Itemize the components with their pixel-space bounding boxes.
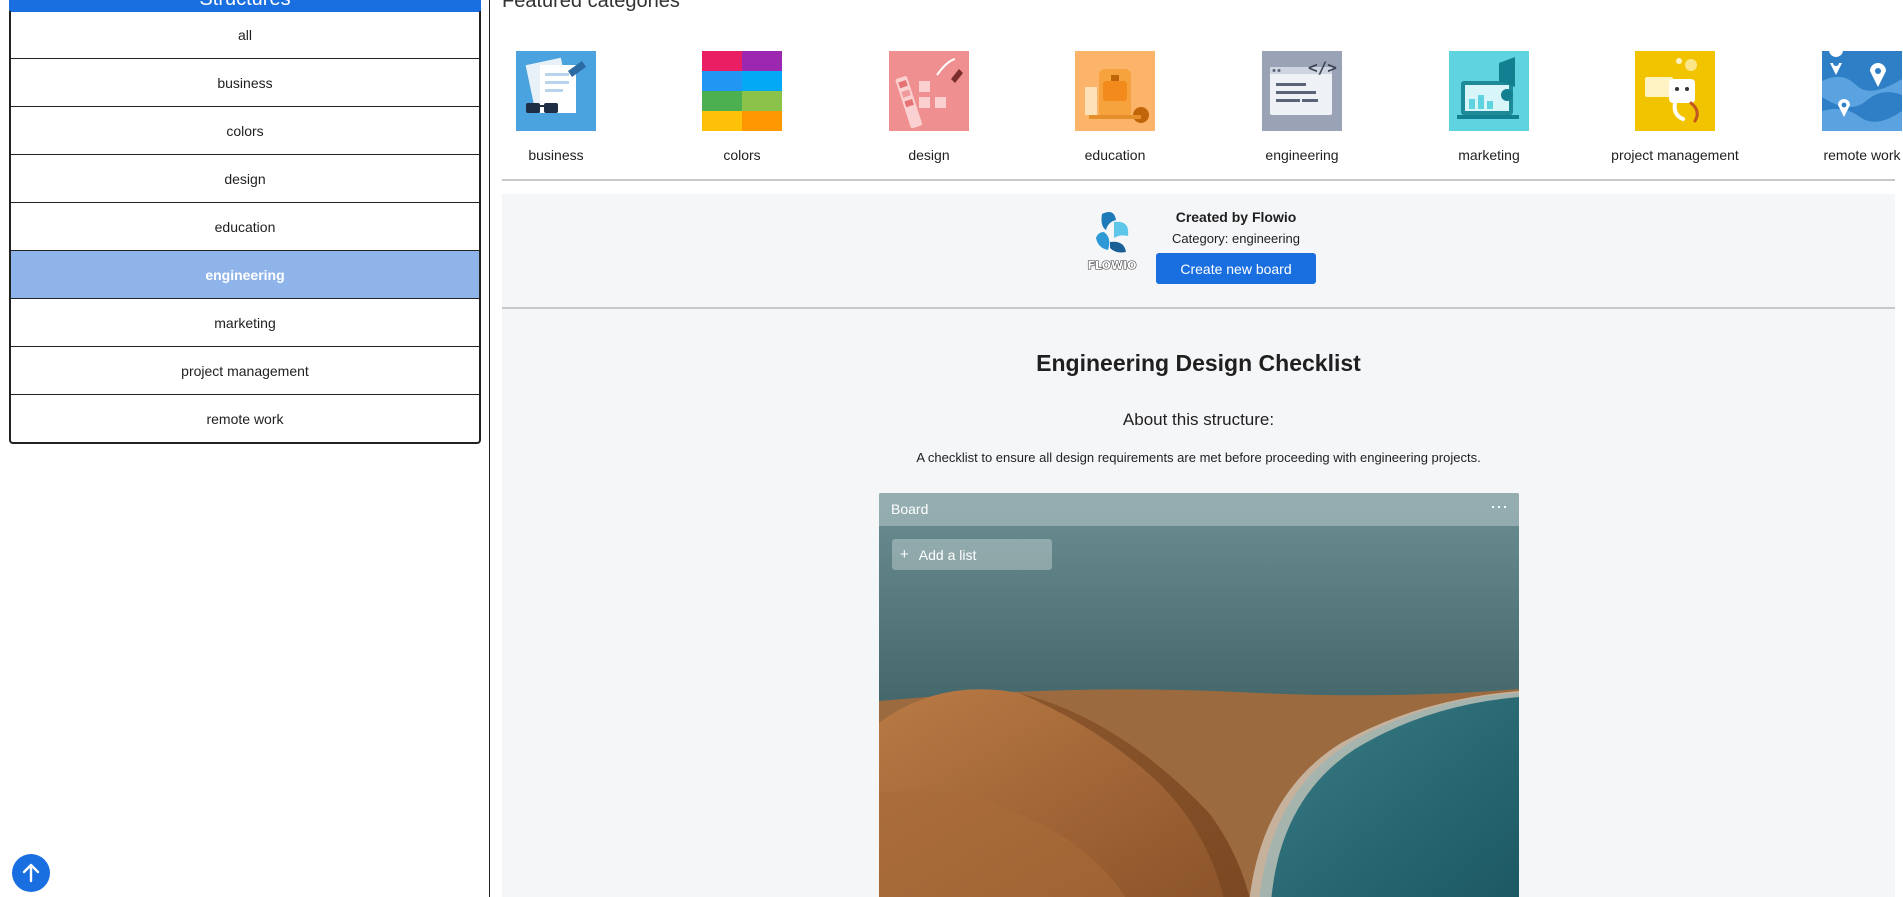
- category-item-education[interactable]: education: [11, 202, 479, 250]
- featured-label: project management: [1611, 147, 1739, 163]
- sidebar: Structures all business colors design ed…: [0, 0, 490, 897]
- featured-colors[interactable]: colors: [662, 51, 822, 163]
- remote-work-icon: [1822, 51, 1902, 131]
- category-item-business[interactable]: business: [11, 58, 479, 106]
- scroll-to-top-button[interactable]: [12, 854, 50, 892]
- more-horizontal-icon[interactable]: ⋯: [1490, 497, 1509, 518]
- featured-engineering[interactable]: </> engineering: [1222, 51, 1382, 163]
- category-item-design[interactable]: design: [11, 154, 479, 202]
- creator-info: FLOWIO Created by Flowio Category: engin…: [1084, 208, 1316, 284]
- education-icon: [1075, 51, 1155, 131]
- about-heading: About this structure:: [1122, 410, 1275, 429]
- svg-text:</>: </>: [1308, 58, 1337, 77]
- featured-divider: [502, 179, 1895, 181]
- featured-label: business: [528, 147, 584, 163]
- design-icon: [889, 51, 969, 131]
- featured-label: design: [908, 147, 950, 163]
- featured-label: remote work: [1823, 147, 1901, 163]
- featured-design[interactable]: design: [849, 51, 1009, 163]
- featured-business[interactable]: business: [502, 51, 636, 163]
- board-header: Board ⋯: [879, 493, 1519, 526]
- project-management-icon: [1635, 51, 1715, 131]
- category-item-marketing[interactable]: marketing: [11, 298, 479, 346]
- featured-remote-work[interactable]: remote work: [1782, 51, 1903, 163]
- category-item-engineering[interactable]: engineering: [11, 250, 479, 298]
- panel-divider: [502, 307, 1895, 309]
- business-icon: [516, 51, 596, 131]
- arrow-up-icon: [22, 863, 40, 883]
- category-item-colors[interactable]: colors: [11, 106, 479, 154]
- structure-title: Engineering Design Checklist: [1036, 350, 1361, 376]
- marketing-icon: [1449, 51, 1529, 131]
- category-list: all business colors design education eng…: [9, 11, 481, 444]
- structure-panel: FLOWIO Created by Flowio Category: engin…: [502, 194, 1895, 897]
- featured-categories-title: Featured categories: [502, 0, 680, 12]
- featured-marketing[interactable]: marketing: [1409, 51, 1569, 163]
- featured-label: colors: [723, 147, 761, 163]
- featured-project-management[interactable]: project management: [1595, 51, 1755, 163]
- flowio-logo: FLOWIO: [1087, 212, 1137, 272]
- structure-category: Category: engineering: [1172, 231, 1300, 246]
- category-item-remote-work[interactable]: remote work: [11, 394, 479, 442]
- plus-icon: +: [900, 546, 909, 563]
- featured-label: education: [1084, 147, 1146, 163]
- featured-label: marketing: [1458, 147, 1520, 163]
- colors-icon: [702, 51, 782, 131]
- created-by: Created by Flowio: [1175, 209, 1297, 225]
- engineering-icon: </>: [1262, 51, 1342, 131]
- create-new-board-button[interactable]: Create new board: [1156, 253, 1316, 284]
- category-item-project-management[interactable]: project management: [11, 346, 479, 394]
- add-list-button[interactable]: + Add a list: [892, 539, 1052, 570]
- structure-description: A checklist to ensure all design require…: [916, 450, 1481, 465]
- board-name: Board: [891, 501, 929, 517]
- add-list-label: Add a list: [918, 546, 977, 563]
- main-content: Featured categories business colors desi…: [502, 0, 1903, 897]
- featured-label: engineering: [1265, 147, 1339, 163]
- category-item-all[interactable]: all: [11, 11, 479, 58]
- featured-categories: business colors design education </> eng…: [502, 51, 1902, 163]
- board-preview: Board ⋯ + Add a list: [879, 493, 1519, 897]
- svg-text:FLOWIO: FLOWIO: [1087, 259, 1136, 272]
- featured-education[interactable]: education: [1035, 51, 1195, 163]
